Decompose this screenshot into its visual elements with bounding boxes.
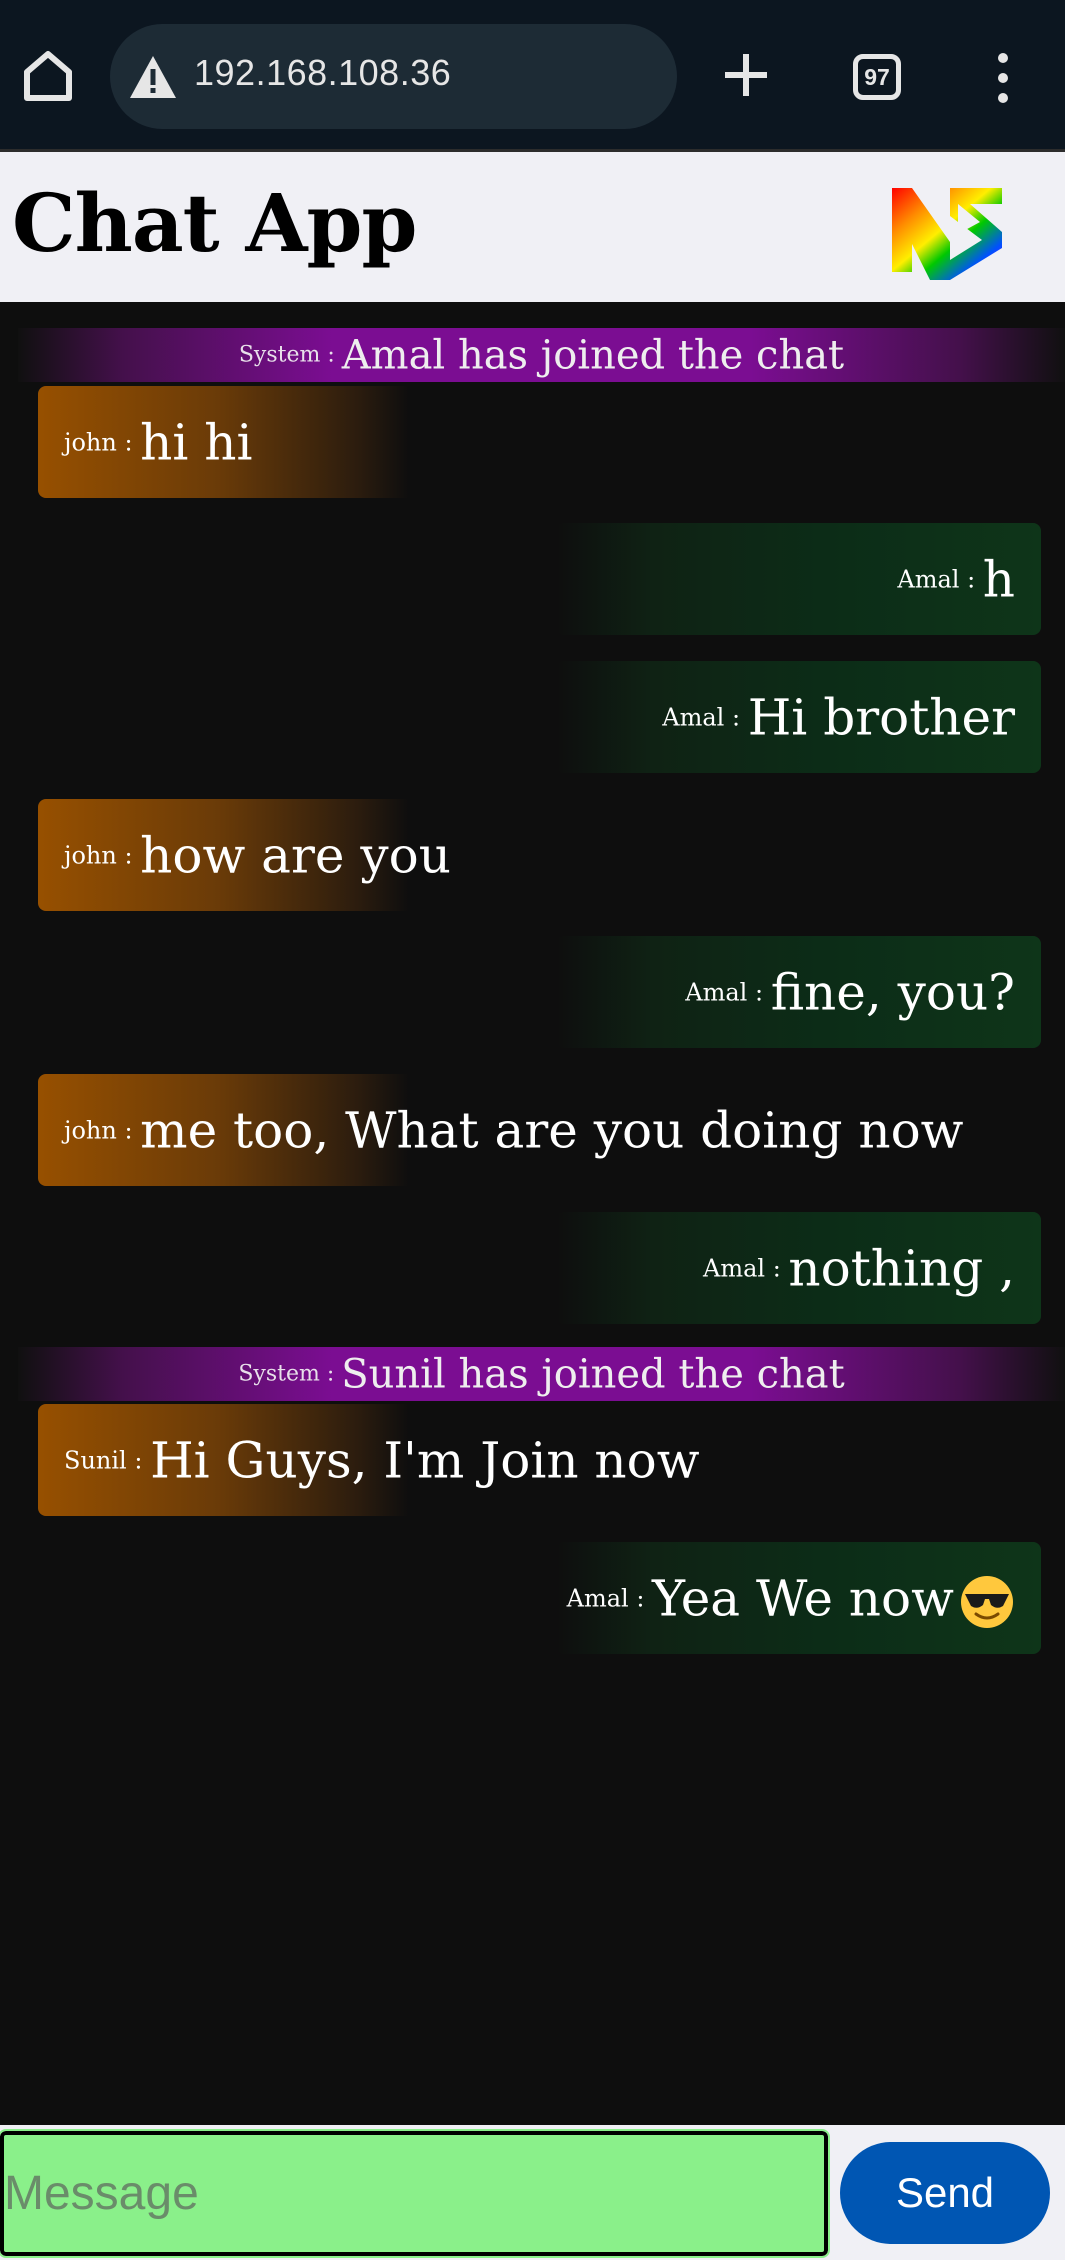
message-sender: john [64,428,117,457]
sender-separator: : [116,1116,141,1145]
outgoing-message: Amal : Hi brother [556,661,1041,773]
message-sender: System [238,1361,320,1387]
sender-separator: : [126,1446,151,1475]
message-sender: Sunil [64,1446,127,1475]
message-text: me too, What are you doing now [140,1101,964,1160]
outgoing-message: Amal : Yea We now [556,1542,1041,1654]
plus-icon[interactable] [718,45,774,105]
sender-separator: : [765,1254,789,1283]
more-vert-icon[interactable] [988,50,1018,106]
message-text: Yea We now [652,1569,954,1628]
sender-separator: : [628,1584,653,1613]
message-text: Amal has joined the chat [341,332,845,379]
message-sender: System [238,342,321,368]
sender-separator: : [116,428,141,457]
sender-separator: : [116,841,141,870]
sender-separator: : [320,342,342,368]
message-text: Hi Guys, I'm Join now [150,1431,700,1490]
message-text: h [982,550,1015,609]
message-text: how are you [140,826,451,885]
app-header: Chat App [0,152,1065,302]
composer-bar: Send [0,2125,1065,2260]
message-sender: Amal [685,978,748,1007]
outgoing-message: Amal : nothing , [556,1212,1041,1324]
chat-log[interactable]: System : Amal has joined the chat john :… [0,302,1065,2125]
incoming-message: john : how are you [38,799,1040,911]
incoming-message: john : me too, What are you doing now [38,1074,1040,1186]
message-text: nothing , [788,1239,1015,1298]
message-sender: Amal [897,565,960,594]
rainbow-ns-logo [890,182,1005,280]
system-message: System : Sunil has joined the chat [18,1347,1065,1401]
address-bar[interactable]: 192.168.108.36 [110,24,677,129]
message-sender: john [64,1116,117,1145]
sender-separator: : [724,703,748,732]
send-button[interactable]: Send [840,2142,1050,2244]
browser-toolbar: 192.168.108.36 97 [0,0,1065,152]
message-sender: Amal [702,1254,766,1283]
message-sender: Amal [566,1584,629,1613]
tabs-count-button[interactable]: 97 [853,54,901,100]
incoming-message: john : hi hi [38,386,1040,498]
page-title: Chat App [12,176,417,270]
message-text: Hi brother [747,688,1015,747]
sunglasses-emoji-icon [959,1569,1015,1628]
sender-separator: : [319,1361,342,1387]
outgoing-message: Amal : h [556,523,1041,635]
url-text[interactable]: 192.168.108.36 [194,52,451,94]
sender-separator: : [747,978,771,1007]
warning-icon[interactable] [128,54,178,100]
message-text: Sunil has joined the chat [341,1351,845,1398]
home-icon[interactable] [18,45,78,105]
message-text: fine, you? [770,963,1015,1022]
message-sender: john [64,841,117,870]
message-sender: Amal [662,703,725,732]
sender-separator: : [959,565,983,594]
system-message: System : Amal has joined the chat [18,328,1065,382]
outgoing-message: Amal : fine, you? [556,936,1041,1048]
incoming-message: Sunil : Hi Guys, I'm Join now [38,1404,1040,1516]
message-input[interactable] [0,2129,830,2258]
message-text: hi hi [140,413,253,472]
